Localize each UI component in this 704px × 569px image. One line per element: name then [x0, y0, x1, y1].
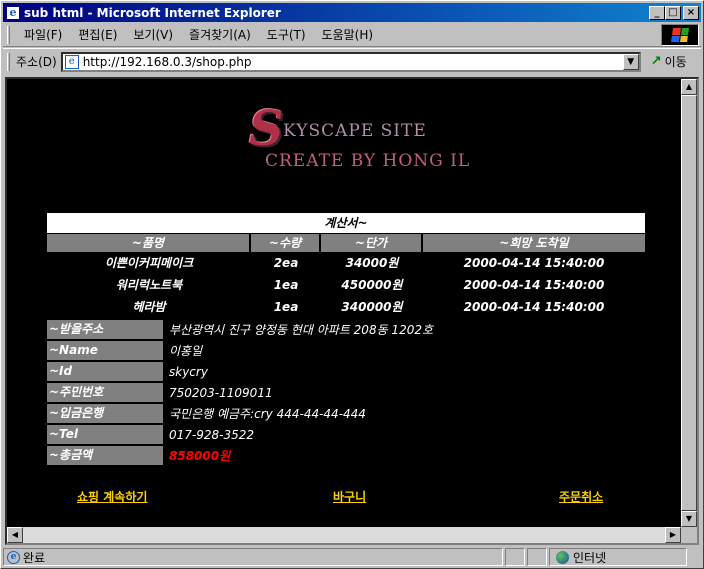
toolbar-grip[interactable]	[7, 25, 10, 44]
info-row-resident-number: ~주민번호 750203-1109011	[47, 382, 647, 403]
item-qty: 1ea	[273, 278, 299, 292]
shop-page: S KYSCAPE SITE CREATE BY HONG IL 계산서~ ~품…	[7, 79, 681, 527]
item-qty: 1ea	[273, 300, 299, 314]
done-page-icon: e	[7, 550, 20, 564]
menu-help[interactable]: 도움말(H)	[314, 26, 382, 43]
logo-line1: KYSCAPE SITE	[283, 121, 427, 141]
status-text: 완료	[23, 550, 46, 565]
menu-tools[interactable]: 도구(T)	[259, 26, 314, 43]
info-row-address: ~받을주소 부산광역시 진구 양정동 현대 아파트 208동 1202호	[47, 319, 647, 340]
globe-icon	[556, 550, 569, 564]
info-row-tel: ~Tel 017-928-3522	[47, 424, 647, 445]
info-value: skycry	[169, 364, 208, 379]
info-value: 이홍일	[169, 344, 203, 358]
info-label: ~Id	[47, 362, 163, 381]
item-price: 34000원	[345, 256, 399, 270]
cart-link[interactable]: 바구니	[333, 488, 366, 505]
info-label: ~Name	[47, 341, 163, 360]
address-bar: 주소(D) e ▼ ↗ 이동	[3, 48, 701, 74]
item-date: 2000-04-14 15:40:00	[463, 300, 605, 314]
info-label: ~받을주소	[47, 320, 163, 339]
scroll-up-button[interactable]: ▲	[681, 79, 697, 95]
item-price: 340000원	[341, 300, 403, 314]
header-price: ~단가	[321, 234, 423, 252]
item-date: 2000-04-14 15:40:00	[463, 278, 605, 292]
window-controls: _ □ ×	[649, 5, 699, 20]
address-dropdown-button[interactable]: ▼	[622, 53, 639, 70]
menu-file[interactable]: 파일(F)	[16, 26, 70, 43]
info-value: 부산광역시 진구 양정동 현대 아파트 208동 1202호	[169, 323, 434, 337]
scroll-corner	[681, 527, 697, 543]
windows-logo-box	[661, 24, 699, 46]
logo-line2: CREATE BY HONG IL	[265, 151, 471, 171]
info-row-id: ~Id skycry	[47, 361, 647, 382]
info-label: ~입금은행	[47, 404, 163, 423]
minimize-button[interactable]: _	[649, 5, 665, 20]
table-row: 헤라밤 1ea 340000원 2000-04-14 15:40:00	[47, 296, 645, 318]
browser-window: e sub html - Microsoft Internet Explorer…	[0, 0, 704, 569]
zone-text: 인터넷	[573, 550, 607, 565]
info-value: 국민은행 예금주:cry 444-44-44-444	[169, 407, 366, 421]
go-button[interactable]: ↗ 이동	[651, 53, 687, 70]
info-label: ~총금액	[47, 446, 163, 465]
title-bar[interactable]: e sub html - Microsoft Internet Explorer…	[3, 3, 701, 22]
header-date: ~희망 도착일	[499, 236, 569, 250]
info-row-total: ~총금액 858000원	[47, 445, 647, 466]
page-icon: e	[64, 54, 79, 69]
bill-title: 계산서~	[47, 213, 645, 233]
info-label: ~주민번호	[47, 383, 163, 402]
menu-view[interactable]: 보기(V)	[125, 26, 181, 43]
scroll-down-button[interactable]: ▼	[681, 511, 697, 527]
address-grip[interactable]	[7, 52, 10, 71]
table-row: 워리럭노트북 1ea 450000원 2000-04-14 15:40:00	[47, 274, 645, 296]
bill-header-row: ~품명 ~수량 ~단가 ~희망 도착일	[47, 234, 645, 252]
bill-table: 계산서~ ~품명 ~수량 ~단가 ~희망 도착일 이쁜이커피메이크 2ea 34…	[47, 213, 645, 318]
site-logo: S KYSCAPE SITE CREATE BY HONG IL	[249, 99, 469, 179]
window-title: sub html - Microsoft Internet Explorer	[24, 5, 281, 20]
address-label: 주소(D)	[16, 55, 57, 69]
info-value: 017-928-3522	[169, 427, 255, 442]
security-zone: 인터넷	[549, 548, 687, 566]
address-input[interactable]	[82, 54, 623, 69]
action-links: 쇼핑 계속하기 바구니 주문취소	[7, 488, 681, 506]
ie-page-icon: e	[6, 5, 20, 20]
horizontal-scrollbar[interactable]: ◀ ▶	[7, 527, 681, 543]
address-field[interactable]: e ▼	[60, 51, 641, 72]
menu-edit[interactable]: 편집(E)	[70, 26, 125, 43]
status-cell	[527, 548, 547, 566]
menu-favorites[interactable]: 즐겨찾기(A)	[181, 26, 259, 43]
info-row-name: ~Name 이홍일	[47, 340, 647, 361]
close-button[interactable]: ×	[683, 5, 699, 20]
total-amount: 858000원	[169, 449, 231, 463]
vertical-scrollbar[interactable]: ▲ ▼	[681, 79, 697, 527]
info-row-bank: ~입금은행 국민은행 예금주:cry 444-44-44-444	[47, 403, 647, 424]
scroll-left-button[interactable]: ◀	[7, 527, 23, 543]
maximize-button[interactable]: □	[665, 5, 681, 20]
page-viewport: S KYSCAPE SITE CREATE BY HONG IL 계산서~ ~품…	[5, 77, 699, 545]
continue-shopping-link[interactable]: 쇼핑 계속하기	[77, 488, 147, 505]
item-price: 450000원	[341, 278, 403, 292]
logo-letter: S	[249, 101, 284, 157]
menu-bar: 파일(F) 편집(E) 보기(V) 즐겨찾기(A) 도구(T) 도움말(H)	[3, 23, 701, 47]
cancel-order-link[interactable]: 주문취소	[559, 488, 603, 505]
go-arrow-icon: ↗	[650, 54, 662, 69]
status-bar: e 완료 인터넷	[3, 547, 701, 567]
go-label: 이동	[664, 55, 687, 69]
item-name: 워리럭노트북	[115, 278, 183, 292]
header-qty: ~수량	[251, 234, 321, 252]
table-row: 이쁜이커피메이크 2ea 34000원 2000-04-14 15:40:00	[47, 252, 645, 274]
header-name: ~품명	[47, 234, 251, 252]
status-cell	[505, 548, 525, 566]
item-name: 헤라밤	[132, 300, 166, 314]
status-main: e 완료	[3, 548, 503, 566]
order-info: ~받을주소 부산광역시 진구 양정동 현대 아파트 208동 1202호 ~Na…	[47, 319, 647, 466]
scroll-right-button[interactable]: ▶	[665, 527, 681, 543]
item-date: 2000-04-14 15:40:00	[463, 256, 605, 270]
vertical-scroll-thumb[interactable]	[681, 95, 697, 511]
info-label: ~Tel	[47, 425, 163, 444]
item-name: 이쁜이커피메이크	[104, 256, 194, 270]
windows-logo-icon	[671, 28, 689, 42]
item-qty: 2ea	[273, 256, 299, 270]
info-value: 750203-1109011	[169, 385, 273, 400]
